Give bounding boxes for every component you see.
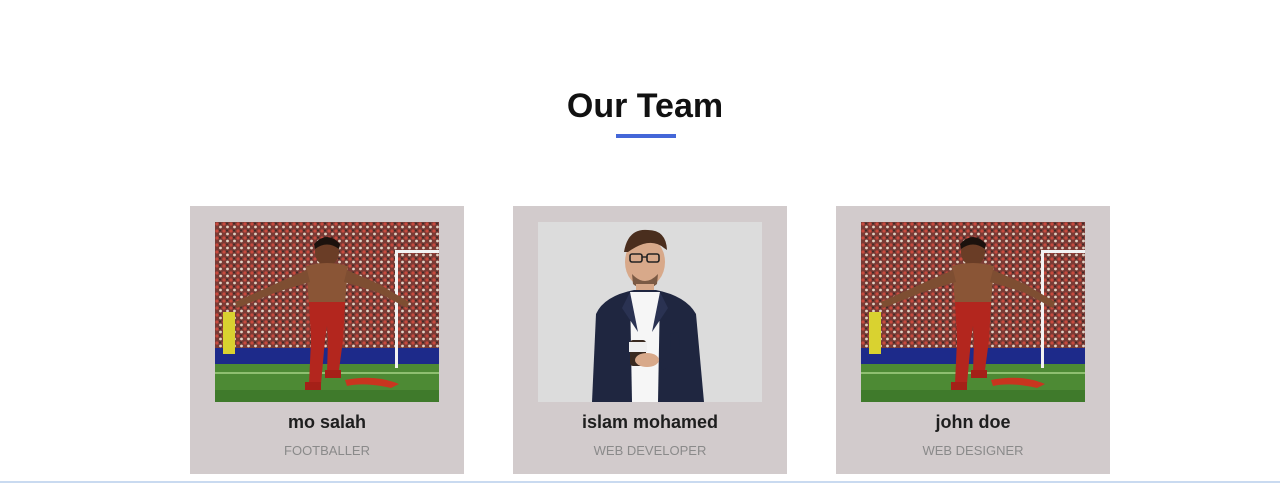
member-role: FOOTBALLER — [284, 443, 370, 458]
team-card: mo salah FOOTBALLER — [190, 206, 464, 474]
member-photo — [215, 222, 439, 402]
section-title: Our Team — [566, 87, 724, 125]
member-name: john doe — [935, 412, 1011, 432]
member-role: WEB DEVELOPER — [593, 443, 707, 458]
member-photo — [861, 222, 1085, 402]
title-underline — [616, 134, 676, 138]
team-card: john doe WEB DESIGNER — [836, 206, 1110, 474]
member-name: mo salah — [287, 412, 367, 432]
member-role: WEB DESIGNER — [922, 443, 1024, 458]
member-photo — [538, 222, 762, 402]
team-card: islam mohamed WEB DEVELOPER — [513, 206, 787, 474]
member-name: islam mohamed — [581, 412, 719, 432]
